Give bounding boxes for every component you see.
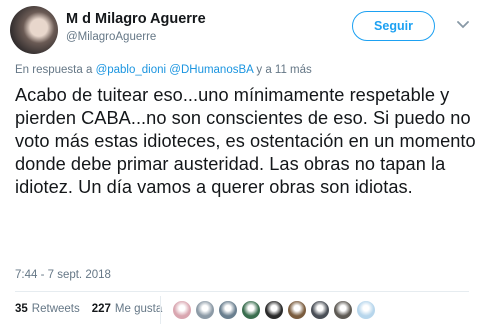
stats-separator [160, 296, 161, 324]
avatar[interactable] [10, 6, 58, 54]
liker-avatar[interactable] [310, 300, 330, 320]
liker-avatar[interactable] [333, 300, 353, 320]
retweets-count: 35 [15, 303, 28, 315]
author-name-row: M d Milagro Aguerre [66, 11, 206, 27]
reply-context: En respuesta a @pablo_dioni @DHumanosBA … [15, 64, 312, 76]
liker-avatar[interactable] [218, 300, 238, 320]
tweet-text: Acabo de tuitear eso...uno mínimamente r… [15, 85, 476, 197]
reply-context-suffix[interactable]: y a 11 más [256, 64, 311, 76]
retweets-label: Retweets [31, 303, 80, 315]
follow-button[interactable]: Seguir [352, 11, 435, 41]
liker-avatar[interactable] [241, 300, 261, 320]
likes-count: 227 [91, 303, 111, 315]
likes-label: Me gusta [114, 303, 163, 315]
liker-avatars [172, 300, 376, 320]
reply-context-prefix: En respuesta a [15, 64, 93, 76]
liker-avatar[interactable] [264, 300, 284, 320]
author-display-name[interactable]: M d Milagro Aguerre [66, 11, 206, 27]
more-options-chevron-down-icon[interactable] [454, 16, 472, 34]
author-handle[interactable]: @MilagroAguerre [66, 31, 156, 43]
retweets-stat[interactable]: 35 Retweets [15, 303, 80, 315]
tweet-card: M d Milagro Aguerre @MilagroAguerre Segu… [0, 0, 481, 333]
tweet-timestamp[interactable]: 7:44 - 7 sept. 2018 [15, 269, 111, 281]
mention-link-2[interactable]: @DHumanosBA [169, 64, 253, 76]
divider [15, 291, 469, 292]
tweet-stats: 35 Retweets 227 Me gusta [15, 303, 174, 315]
liker-avatar[interactable] [287, 300, 307, 320]
mention-link-1[interactable]: @pablo_dioni [96, 64, 167, 76]
liker-avatar[interactable] [172, 300, 192, 320]
likes-stat[interactable]: 227 Me gusta [92, 303, 163, 315]
liker-avatar[interactable] [356, 300, 376, 320]
liker-avatar[interactable] [195, 300, 215, 320]
